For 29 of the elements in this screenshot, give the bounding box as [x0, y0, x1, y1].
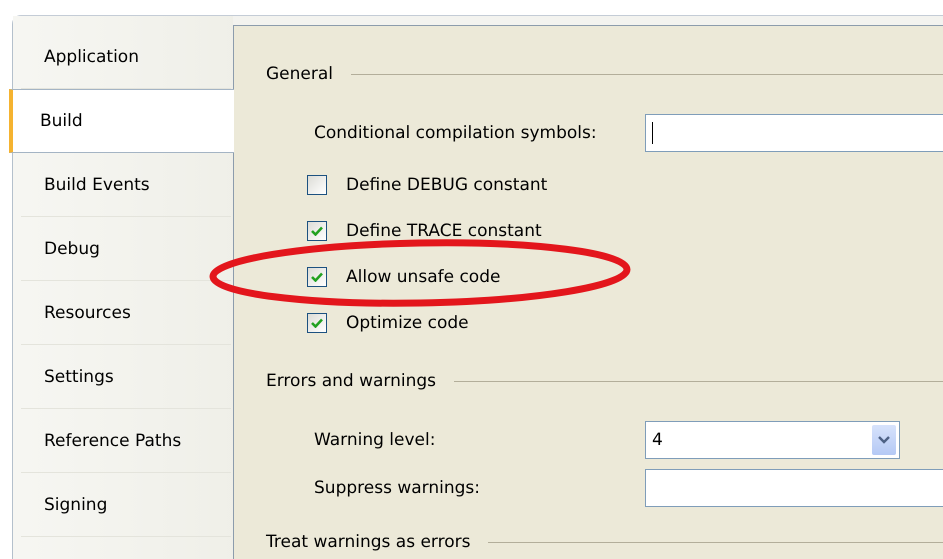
checkbox[interactable]	[307, 175, 327, 195]
chevron-down-icon	[878, 436, 890, 444]
dropdown-button[interactable]	[872, 425, 896, 455]
field-label: Warning level:	[314, 430, 436, 450]
checkbox[interactable]	[307, 267, 327, 287]
check-icon	[311, 272, 323, 282]
dropdown-field[interactable]: 4	[645, 421, 900, 459]
check-icon	[311, 226, 323, 236]
sidebar-tab[interactable]: Reference Paths	[21, 409, 231, 473]
text-field[interactable]	[645, 469, 943, 507]
checkbox-label: Optimize code	[346, 313, 469, 333]
checkbox[interactable]	[307, 221, 327, 241]
sidebar-tab[interactable]: Debug	[21, 217, 231, 281]
sidebar-tab[interactable]: Settings	[21, 345, 231, 409]
section-title: General	[266, 64, 333, 84]
sidebar-tab[interactable]: Resources	[21, 281, 231, 345]
sidebar-tab[interactable]: Build	[9, 89, 234, 153]
check-icon	[311, 318, 323, 328]
section-title: Errors and warnings	[266, 371, 436, 391]
sidebar-tab[interactable]: Build Events	[21, 153, 231, 217]
section-title: Treat warnings as errors	[266, 532, 470, 552]
checkbox-label: Allow unsafe code	[346, 267, 500, 287]
field-label: Conditional compilation symbols:	[314, 123, 598, 143]
sidebar-tab[interactable]: Signing	[21, 473, 231, 537]
field-label: Suppress warnings:	[314, 478, 481, 498]
checkbox-label: Define DEBUG constant	[346, 175, 548, 195]
checkbox-label: Define TRACE constant	[346, 221, 542, 241]
checkbox[interactable]	[307, 313, 327, 333]
text-field[interactable]	[645, 114, 943, 152]
